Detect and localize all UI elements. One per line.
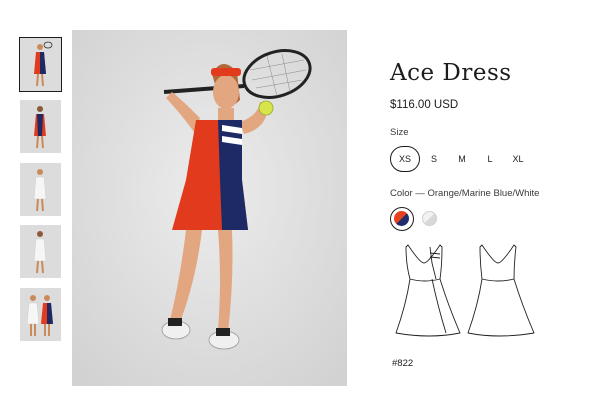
color-swatches [390, 207, 450, 231]
size-label: Size [390, 127, 409, 138]
product-title: Ace Dress [390, 60, 512, 86]
thumbnail-image-5 [20, 288, 61, 341]
swatch-split-icon [394, 211, 409, 226]
thumbnail-4[interactable] [20, 225, 61, 278]
thumbnail-5[interactable] [20, 288, 61, 341]
thumbnail-1[interactable] [19, 37, 62, 92]
color-label: Color — Orange/Marine Blue/White [390, 188, 540, 199]
thumbnail-image-4 [20, 225, 61, 278]
size-selector: XS S M L XL [390, 146, 540, 174]
technical-drawing [380, 235, 585, 355]
thumbnail-2[interactable] [20, 100, 61, 153]
swatch-white-icon [422, 211, 437, 226]
thumbnail-image-2 [20, 100, 61, 153]
swatch-orange-marine-white[interactable] [390, 207, 414, 231]
size-option-xl[interactable]: XL [508, 146, 528, 172]
main-product-image[interactable] [72, 30, 347, 386]
dress-flat-sketch-icon [395, 244, 535, 337]
thumbnail-image-1 [20, 38, 61, 91]
size-option-m[interactable]: M [452, 146, 472, 172]
swatch-white[interactable] [418, 207, 442, 231]
size-option-xs[interactable]: XS [390, 146, 420, 172]
product-price: $116.00 USD [390, 99, 459, 111]
thumbnail-3[interactable] [20, 163, 61, 216]
model-photo-illustration [72, 30, 347, 386]
product-sku: #822 [392, 358, 414, 369]
thumbnail-image-3 [20, 163, 61, 216]
size-option-s[interactable]: S [424, 146, 444, 172]
size-option-l[interactable]: L [480, 146, 500, 172]
